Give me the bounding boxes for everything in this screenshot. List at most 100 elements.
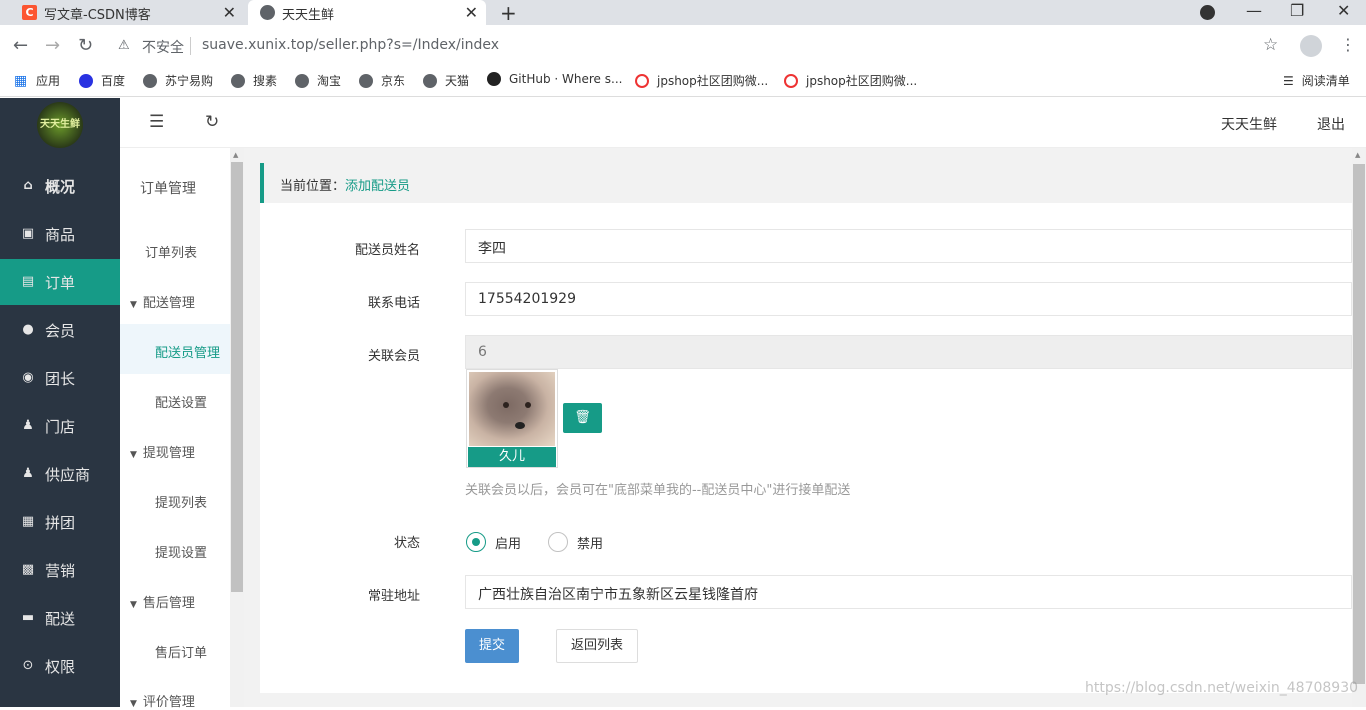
goods-icon: ▣ [21, 226, 35, 241]
shop-name[interactable]: 天天生鲜 [1221, 114, 1277, 134]
reload-button[interactable]: ↻ [78, 35, 93, 56]
bookmark-jpshop-1[interactable]: jpshop社区团购微... [635, 72, 768, 89]
divider [190, 37, 191, 55]
bookmark-jd[interactable]: 京东 [359, 72, 405, 89]
sidebar-item-leaders[interactable]: ◉ 团长 [0, 355, 120, 401]
status-enabled-radio[interactable]: 启用 [466, 532, 521, 552]
tab-close-icon[interactable]: ✕ [465, 3, 478, 22]
reading-list[interactable]: ☰ 阅读清单 [1283, 72, 1350, 89]
sidebar-item-permissions[interactable]: ⊙ 权限 [0, 643, 120, 689]
caret-down-icon: ▼ [130, 699, 137, 709]
url-input[interactable]: suave.xunix.top/seller.php?s=/Index/inde… [202, 37, 499, 53]
radio-circle [466, 532, 486, 552]
member-icon: ● [22, 322, 34, 337]
sidebar-item-stores[interactable]: ♟ 门店 [0, 403, 120, 449]
bookmark-apps[interactable]: ▦ 应用 [14, 72, 60, 89]
caret-down-icon: ▼ [130, 300, 137, 310]
sidebar-item-orders[interactable]: ▤ 订单 [0, 259, 120, 305]
forward-button[interactable]: → [45, 35, 60, 56]
supplier-icon: ♟ [22, 466, 34, 481]
submenu-item-withdraw-list[interactable]: 提现列表 [120, 492, 230, 511]
sidebar-item-goods[interactable]: ▣ 商品 [0, 211, 120, 257]
tab-close-icon[interactable]: ✕ [223, 3, 236, 22]
submenu-group-delivery[interactable]: ▼ 配送管理 [120, 292, 230, 311]
logout-link[interactable]: 退出 [1317, 114, 1345, 134]
sidebar-item-suppliers[interactable]: ♟ 供应商 [0, 451, 120, 497]
phone-label: 联系电话 [367, 296, 420, 311]
submenu-item-order-list[interactable]: 订单列表 [120, 242, 230, 261]
bookmark-github[interactable]: GitHub · Where s... [487, 72, 622, 86]
new-tab-button[interactable]: + [500, 1, 517, 25]
phone-input[interactable]: 17554201929 [465, 282, 1352, 316]
bookmark-search[interactable]: 搜素 [231, 72, 277, 89]
member-hint: 关联会员以后，会员可在"底部菜单我的--配送员中心"进行接单配送 [465, 483, 851, 498]
courier-name-input[interactable]: 李四 [465, 229, 1352, 263]
globe-icon [359, 73, 373, 88]
bookmark-jpshop-2[interactable]: jpshop社区团购微... [784, 72, 917, 89]
scrollbar-thumb[interactable] [231, 162, 243, 592]
submenu-scrollbar[interactable]: ▲ [230, 148, 244, 707]
truck-icon: ▬ [21, 610, 35, 625]
lock-icon: ⊙ [22, 658, 34, 673]
minimize-button[interactable]: — [1246, 1, 1262, 20]
submenu-item-after-sales-orders[interactable]: 售后订单 [120, 642, 230, 661]
submenu-title: 订单管理 [140, 181, 196, 197]
submenu-group-reviews[interactable]: ▼ 评价管理 [120, 691, 230, 710]
bookmark-star-icon[interactable]: ☆ [1263, 35, 1278, 55]
sidebar-item-marketing[interactable]: ▩ 营销 [0, 547, 120, 593]
collapse-menu-icon[interactable]: ☰ [149, 112, 164, 132]
tab-csdn[interactable]: C 写文章-CSDN博客 ✕ [0, 0, 244, 25]
store-icon: ♟ [22, 418, 34, 433]
warning-icon[interactable]: ⚠ [118, 38, 130, 53]
remove-member-button[interactable]: 🗑 [563, 403, 602, 433]
profile-avatar[interactable] [1300, 35, 1322, 57]
sidebar-item-delivery[interactable]: ▬ 配送 [0, 595, 120, 641]
bookmark-tmall[interactable]: 天猫 [423, 72, 469, 89]
bookmark-taobao[interactable]: 淘宝 [295, 72, 341, 89]
submenu-group-withdraw[interactable]: ▼ 提现管理 [120, 442, 230, 461]
globe-icon [295, 73, 309, 88]
security-label[interactable]: 不安全 [142, 37, 184, 57]
submit-button[interactable]: 提交 [465, 629, 519, 663]
caret-down-icon: ▼ [130, 450, 137, 460]
home-icon: ⌂ [23, 178, 33, 193]
close-window-button[interactable]: ✕ [1337, 1, 1350, 20]
form-panel: 配送员姓名 李四 联系电话 17554201929 关联会员 6 久儿 🗑 关联… [260, 203, 1352, 693]
sidebar-item-group-buy[interactable]: ▦ 拼团 [0, 499, 120, 545]
maximize-button[interactable]: ❐ [1290, 1, 1304, 20]
shop-logo[interactable]: 天天生鲜 [37, 102, 83, 148]
back-to-list-button[interactable]: 返回列表 [556, 629, 638, 663]
tab-title: 天天生鲜 [282, 8, 335, 23]
submenu-group-after-sales[interactable]: ▼ 售后管理 [120, 592, 230, 611]
refresh-icon[interactable]: ↻ [205, 112, 219, 132]
member-name: 久儿 [468, 447, 556, 467]
watermark: https://blog.csdn.net/weixin_48708930 [1085, 680, 1359, 696]
status-disabled-radio[interactable]: 禁用 [548, 532, 603, 552]
breadcrumb-current[interactable]: 添加配送员 [345, 179, 410, 194]
bookmark-suning[interactable]: 苏宁易购 [143, 72, 213, 89]
reading-list-icon: ☰ [1283, 73, 1294, 88]
submenu-item-delivery-settings[interactable]: 配送设置 [120, 392, 230, 411]
tab-active[interactable]: 天天生鲜 ✕ [248, 0, 486, 25]
menu-kebab-icon[interactable]: ⋮ [1340, 35, 1356, 54]
jpshop-icon [635, 73, 649, 88]
sidebar-item-members[interactable]: ● 会员 [0, 307, 120, 353]
member-photo [469, 372, 555, 446]
member-id-input: 6 [465, 335, 1352, 369]
sidebar-item-overview[interactable]: ⌂ 概况 [0, 163, 120, 209]
browser-tab-strip: C 写文章-CSDN博客 ✕ 天天生鲜 ✕ + — ❐ ✕ [0, 0, 1366, 25]
github-icon [487, 72, 501, 86]
address-label: 常驻地址 [367, 589, 420, 604]
content-scrollbar[interactable]: ▲ [1352, 148, 1366, 707]
bookmark-baidu[interactable]: 百度 [79, 72, 125, 89]
back-button[interactable]: ← [13, 35, 28, 56]
member-label: 关联会员 [367, 349, 420, 364]
submenu-item-courier-management[interactable]: 配送员管理 [120, 324, 230, 374]
address-input[interactable]: 广西壮族自治区南宁市五象新区云星钱隆首府 [465, 575, 1352, 609]
scrollbar-thumb[interactable] [1353, 164, 1365, 684]
admin-app: 天天生鲜 ⌂ 概况 ▣ 商品 ▤ 订单 ● 会员 ◉ 团长 ♟ 门店 ♟ 供应商 ▦ 拼团 ▩ 营… [0, 98, 1366, 710]
submenu-item-withdraw-settings[interactable]: 提现设置 [120, 542, 230, 561]
leader-icon: ◉ [22, 370, 34, 385]
tab-search-icon[interactable] [1200, 5, 1215, 20]
globe-icon [423, 73, 437, 88]
